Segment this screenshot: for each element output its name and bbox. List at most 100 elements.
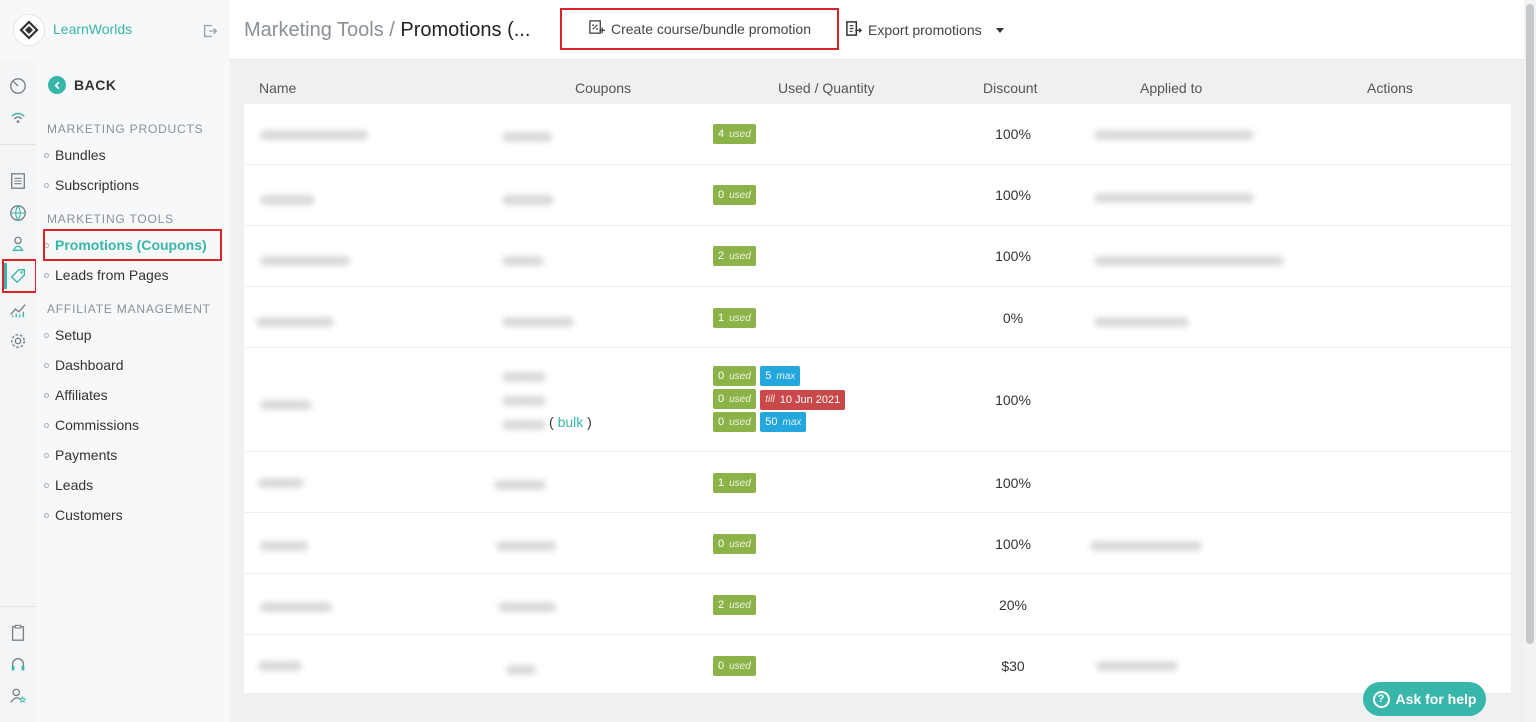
- sidebar-item-customers[interactable]: Customers: [44, 507, 123, 523]
- settings-icon[interactable]: [8, 331, 28, 351]
- sidebar-item-setup[interactable]: Setup: [44, 327, 92, 343]
- name-cell: [256, 317, 334, 327]
- usage-cell: 0 used: [713, 656, 756, 676]
- discount-cell: 100%: [995, 475, 1031, 491]
- name-cell: [260, 195, 315, 205]
- wifi-icon[interactable]: [8, 108, 28, 128]
- clipboard-icon[interactable]: [8, 623, 28, 643]
- sidebar-item-commissions[interactable]: Commissions: [44, 417, 139, 433]
- max-badge: 50 max: [760, 412, 807, 432]
- user-icon[interactable]: [8, 234, 28, 254]
- table-row[interactable]: [244, 104, 1511, 165]
- applied-to-cell: [1096, 661, 1178, 671]
- used-badge: 0 used: [713, 185, 756, 205]
- column-header-name[interactable]: Name: [259, 80, 296, 96]
- coupon-add-icon: [588, 19, 605, 39]
- document-icon[interactable]: [8, 171, 28, 191]
- section-affiliate-management: AFFILIATE MANAGEMENT: [47, 302, 211, 316]
- used-badge: 0 used: [713, 366, 756, 386]
- table-row[interactable]: [244, 574, 1511, 635]
- discount-cell: 100%: [995, 187, 1031, 203]
- sidebar-nav: BACK MARKETING PRODUCTS Bundles Subscrip…: [36, 60, 230, 722]
- ask-for-help-label: Ask for help: [1395, 691, 1477, 707]
- name-cell: [258, 661, 302, 671]
- usage-cell: 0 used 5 max: [713, 366, 801, 386]
- globe-icon[interactable]: [8, 203, 28, 223]
- sidebar-item-dashboard[interactable]: Dashboard: [44, 357, 124, 373]
- caret-down-icon: [995, 27, 1004, 33]
- column-header-discount[interactable]: Discount: [983, 80, 1037, 96]
- used-badge: 1 used: [713, 473, 756, 493]
- breadcrumb-parent[interactable]: Marketing Tools /: [244, 19, 400, 41]
- name-cell: [258, 478, 304, 488]
- sidebar-item-leads[interactable]: Leads: [44, 477, 93, 493]
- table-row[interactable]: [244, 287, 1511, 348]
- coupon-cell: [502, 396, 546, 406]
- used-badge: 0 used: [713, 389, 756, 409]
- column-header-coupons[interactable]: Coupons: [575, 80, 631, 96]
- speedometer-icon[interactable]: [8, 76, 28, 96]
- sidebar-item-payments[interactable]: Payments: [44, 447, 117, 463]
- sidebar-item-affiliates[interactable]: Affiliates: [44, 387, 108, 403]
- coupon-cell: [506, 665, 536, 675]
- coupon-cell: [502, 132, 552, 142]
- coupon-cell: [496, 541, 556, 551]
- create-promotion-label: Create course/bundle promotion: [610, 21, 811, 37]
- back-label: BACK: [74, 77, 117, 93]
- sidebar-item-bundles[interactable]: Bundles: [44, 147, 106, 163]
- back-button[interactable]: BACK: [48, 76, 116, 94]
- table-row[interactable]: [244, 635, 1511, 694]
- ask-for-help-button[interactable]: ? Ask for help: [1363, 682, 1486, 716]
- max-badge: 5 max: [760, 366, 801, 386]
- brand-area: LearnWorlds: [0, 0, 230, 60]
- column-header-applied-to[interactable]: Applied to: [1140, 80, 1202, 96]
- coupon-cell: [498, 602, 556, 612]
- column-header-used-quantity[interactable]: Used / Quantity: [778, 80, 875, 96]
- table-row[interactable]: [244, 513, 1511, 574]
- name-cell: [260, 256, 350, 266]
- sidebar-item-leads-from-pages[interactable]: Leads from Pages: [44, 267, 169, 283]
- table-row[interactable]: [244, 452, 1511, 513]
- usage-cell: 0 used: [713, 534, 756, 554]
- applied-to-cell: [1094, 317, 1189, 327]
- arrow-left-icon: [48, 76, 66, 94]
- coupon-cell: [494, 480, 546, 490]
- usage-cell: 1 used: [713, 473, 756, 493]
- name-cell: [260, 400, 312, 410]
- scrollbar-thumb[interactable]: [1526, 4, 1534, 644]
- used-badge: 1 used: [713, 308, 756, 328]
- page-title: Promotions (...: [400, 19, 531, 41]
- bulk-link[interactable]: bulk: [558, 414, 584, 430]
- discount-cell: 100%: [995, 126, 1031, 142]
- usage-cell: 0 used: [713, 185, 756, 205]
- discount-cell: 0%: [1002, 310, 1024, 326]
- headset-icon[interactable]: [8, 655, 28, 675]
- table-row[interactable]: [244, 348, 1511, 452]
- coupon-cell: [502, 317, 574, 327]
- collapse-icon[interactable]: [201, 22, 219, 40]
- coupon-cell: [502, 256, 544, 266]
- create-promotion-button[interactable]: Create course/bundle promotion: [560, 8, 839, 50]
- highlight-box: [43, 229, 222, 261]
- sidebar-item-subscriptions[interactable]: Subscriptions: [44, 177, 139, 193]
- page-header: Marketing Tools / Promotions (... Create…: [230, 0, 1524, 60]
- table-row[interactable]: [244, 165, 1511, 226]
- table-row[interactable]: [244, 226, 1511, 287]
- coupon-cell: [502, 372, 546, 382]
- usage-cell: 0 used till 10 Jun 2021: [713, 389, 846, 410]
- coupon-cell: [502, 195, 554, 205]
- usage-cell: 0 used 50 max: [713, 412, 807, 432]
- learnworlds-logo[interactable]: [13, 14, 45, 46]
- applied-to-cell: [1090, 541, 1202, 551]
- discount-cell: 100%: [995, 536, 1031, 552]
- used-badge: 2 used: [713, 246, 756, 266]
- analytics-icon[interactable]: [8, 300, 28, 320]
- icon-rail: [0, 0, 37, 722]
- discount-cell: $30: [1001, 658, 1025, 674]
- user-star-icon[interactable]: [8, 686, 28, 706]
- usage-cell: 2 used: [713, 595, 756, 615]
- export-promotions-button[interactable]: Export promotions: [845, 20, 1004, 40]
- discount-cell: 100%: [995, 392, 1031, 408]
- usage-cell: 1 used: [713, 308, 756, 328]
- section-marketing-products: MARKETING PRODUCTS: [47, 122, 204, 136]
